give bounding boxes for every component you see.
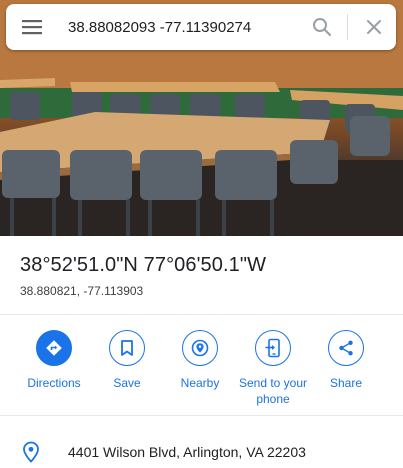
save-button[interactable]: Save bbox=[87, 330, 167, 391]
hamburger-menu-icon bbox=[22, 20, 42, 35]
nearby-icon bbox=[191, 339, 209, 357]
directions-circle bbox=[36, 330, 72, 366]
bookmark-icon bbox=[121, 340, 133, 356]
divider bbox=[0, 415, 403, 416]
share-circle bbox=[328, 330, 364, 366]
clear-search-button[interactable] bbox=[352, 4, 396, 50]
search-button[interactable] bbox=[301, 4, 343, 50]
divider bbox=[0, 314, 403, 315]
directions-label: Directions bbox=[27, 376, 81, 390]
location-pin-icon bbox=[23, 441, 39, 463]
nearby-circle bbox=[182, 330, 218, 366]
nearby-button[interactable]: Nearby bbox=[160, 330, 240, 391]
nearby-label: Nearby bbox=[180, 376, 220, 390]
directions-button[interactable]: Directions bbox=[14, 330, 94, 391]
send-to-phone-circle bbox=[255, 330, 291, 366]
action-buttons: Directions Save Nearby Send to your phon… bbox=[0, 330, 403, 410]
send-to-phone-icon bbox=[265, 338, 280, 358]
address-row[interactable]: 4401 Wilson Blvd, Arlington, VA 22203 bbox=[0, 436, 403, 468]
send-to-phone-button[interactable]: Send to your phone bbox=[233, 330, 313, 407]
search-input[interactable] bbox=[58, 12, 301, 42]
share-icon bbox=[339, 340, 353, 356]
decimal-coordinates: 38.880821, -77.113903 bbox=[20, 284, 144, 298]
close-icon bbox=[367, 20, 381, 34]
share-button[interactable]: Share bbox=[306, 330, 386, 391]
search-divider bbox=[347, 14, 348, 40]
send-to-phone-label: Send to your phone bbox=[238, 376, 308, 406]
search-icon bbox=[313, 18, 332, 37]
menu-button[interactable] bbox=[6, 4, 58, 50]
save-label: Save bbox=[113, 376, 141, 390]
search-bar bbox=[6, 4, 396, 50]
directions-icon bbox=[46, 340, 62, 356]
share-label: Share bbox=[329, 376, 363, 390]
save-circle bbox=[109, 330, 145, 366]
address-text: 4401 Wilson Blvd, Arlington, VA 22203 bbox=[68, 444, 306, 460]
place-title: 38°52'51.0"N 77°06'50.1"W bbox=[20, 254, 267, 276]
